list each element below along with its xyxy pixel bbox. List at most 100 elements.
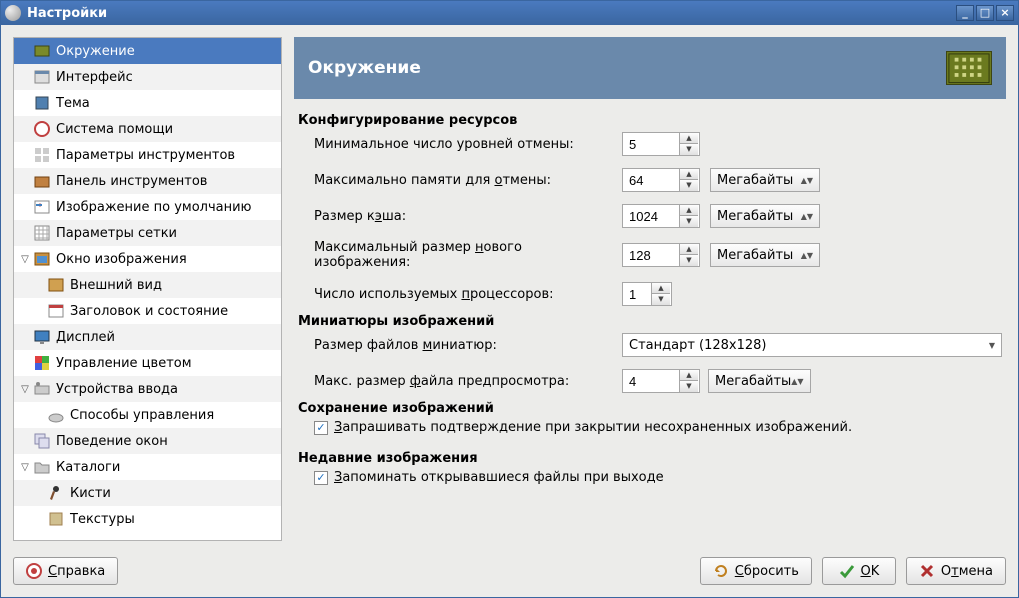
color-icon [32, 353, 52, 373]
expand-icon[interactable]: ▽ [18, 384, 32, 395]
grid-icon [32, 223, 52, 243]
sidebar-item[interactable]: Система помощи [14, 116, 281, 142]
spin-down[interactable]: ▼ [680, 180, 698, 191]
cache-input[interactable]: ▲▼ [622, 204, 700, 228]
spin-down[interactable]: ▼ [652, 294, 670, 305]
sidebar-item-label: Поведение окон [56, 434, 168, 449]
min-undo-input[interactable]: ▲▼ [622, 132, 700, 156]
scroll-area: Конфигурирование ресурсов Минимальное чи… [294, 99, 1006, 541]
max-preview-field[interactable] [623, 372, 679, 391]
display-icon [32, 327, 52, 347]
spin-up[interactable]: ▲ [680, 205, 698, 216]
sidebar-item[interactable]: Окружение [14, 38, 281, 64]
sidebar-item[interactable]: Дисплей [14, 324, 281, 350]
sidebar-item[interactable]: Управление цветом [14, 350, 281, 376]
sidebar-item-label: Дисплей [56, 330, 115, 345]
sidebar-item-label: Система помощи [56, 122, 173, 137]
max-preview-input[interactable]: ▲▼ [622, 369, 700, 393]
expand-icon[interactable]: ▽ [18, 462, 32, 473]
cache-unit[interactable]: Мегабайты▲▼ [710, 204, 820, 228]
window-title: Настройки [27, 6, 107, 21]
sidebar-item[interactable]: ▽ Окно изображения [14, 246, 281, 272]
sidebar-item[interactable]: Текстуры [14, 506, 281, 532]
sidebar-item[interactable]: Поведение окон [14, 428, 281, 454]
titlebar[interactable]: Настройки _ □ × [1, 1, 1018, 25]
expand-icon[interactable]: ▽ [18, 254, 32, 265]
spin-down[interactable]: ▼ [680, 216, 698, 227]
sidebar-item-label: Окружение [56, 44, 135, 59]
patterns-icon [46, 509, 66, 529]
sidebar-item-label: Текстуры [70, 512, 135, 527]
sidebar-item[interactable]: Параметры сетки [14, 220, 281, 246]
brushes-icon [46, 483, 66, 503]
section-recent-title: Недавние изображения [298, 451, 1002, 466]
toolbox-icon [32, 171, 52, 191]
sidebar-item[interactable]: Внешний вид [14, 272, 281, 298]
sidebar-item-label: Панель инструментов [56, 174, 207, 189]
sidebar-item[interactable]: Параметры инструментов [14, 142, 281, 168]
procs-field[interactable] [623, 285, 651, 304]
spin-down[interactable]: ▼ [680, 255, 698, 266]
help-button[interactable]: ССправкаправка [13, 557, 118, 585]
spin-down[interactable]: ▼ [680, 381, 698, 392]
confirm-close-row[interactable]: ✓ Запрашивать подтверждение при закрытии… [314, 420, 1002, 435]
spin-up[interactable]: ▲ [680, 133, 698, 144]
procs-label: Число используемых процессоров: [314, 287, 614, 302]
cancel-button[interactable]: Отмена [906, 557, 1006, 585]
appearance-icon [46, 275, 66, 295]
thumb-size-combo[interactable]: Стандарт (128x128)▼ [622, 333, 1002, 357]
sidebar-item[interactable]: Способы управления [14, 402, 281, 428]
spin-up[interactable]: ▲ [680, 370, 698, 381]
sidebar-item-label: Способы управления [70, 408, 214, 423]
maximize-button[interactable]: □ [976, 5, 994, 21]
close-button[interactable]: × [996, 5, 1014, 21]
sidebar-item-label: Устройства ввода [56, 382, 178, 397]
thumbs-grid: Размер файлов миниатюр: Стандарт (128x12… [314, 333, 1002, 393]
ok-button[interactable]: OK [822, 557, 896, 585]
max-new-input[interactable]: ▲▼ [622, 243, 700, 267]
sidebar-item[interactable]: Тема [14, 90, 281, 116]
settings-pane: Окружение Конфигурирование ресурсов Мини… [294, 37, 1006, 541]
sidebar-item-label: Управление цветом [56, 356, 192, 371]
content: Окружение ИнтерфейсТема Система помощи Пара… [1, 25, 1018, 597]
cancel-icon [919, 563, 935, 579]
remember-files-label: Запоминать открывавшиеся файлы при выход… [334, 470, 664, 485]
category-tree[interactable]: Окружение ИнтерфейсТема Система помощи Пара… [13, 37, 282, 541]
max-new-unit[interactable]: Мегабайты▲▼ [710, 243, 820, 267]
section-thumbs-title: Миниатюры изображений [298, 314, 1002, 329]
reset-icon [713, 563, 729, 579]
procs-input[interactable]: ▲▼ [622, 282, 672, 306]
help-icon [26, 563, 42, 579]
confirm-close-checkbox[interactable]: ✓ [314, 421, 328, 435]
sidebar-item[interactable]: Заголовок и состояние [14, 298, 281, 324]
cache-field[interactable] [623, 207, 679, 226]
min-undo-field[interactable] [623, 135, 679, 154]
sidebar-item-label: Кисти [70, 486, 111, 501]
spin-up[interactable]: ▲ [652, 283, 670, 294]
sidebar-item-label: Окно изображения [56, 252, 187, 267]
remember-files-checkbox[interactable]: ✓ [314, 471, 328, 485]
sidebar-item[interactable]: Изображение по умолчанию [14, 194, 281, 220]
sidebar-item[interactable]: Кисти [14, 480, 281, 506]
sidebar-item[interactable]: Интерфейс [14, 64, 281, 90]
max-new-field[interactable] [623, 246, 679, 265]
help-icon [32, 119, 52, 139]
window-icon [32, 249, 52, 269]
input-icon [32, 379, 52, 399]
reset-button[interactable]: Сбросить [700, 557, 812, 585]
sidebar-item[interactable]: ▽ Устройства ввода [14, 376, 281, 402]
max-undo-mem-input[interactable]: ▲▼ [622, 168, 700, 192]
spin-down[interactable]: ▼ [680, 144, 698, 155]
chip-icon [946, 51, 992, 85]
pane-header: Окружение [294, 37, 1006, 99]
max-undo-mem-field[interactable] [623, 171, 679, 190]
max-preview-unit[interactable]: Мегабайты▲▼ [708, 369, 811, 393]
spin-up[interactable]: ▲ [680, 169, 698, 180]
minimize-button[interactable]: _ [956, 5, 974, 21]
spin-up[interactable]: ▲ [680, 244, 698, 255]
tools-icon [32, 145, 52, 165]
sidebar-item[interactable]: Панель инструментов [14, 168, 281, 194]
max-undo-mem-unit[interactable]: Мегабайты▲▼ [710, 168, 820, 192]
sidebar-item[interactable]: ▽Каталоги [14, 454, 281, 480]
remember-files-row[interactable]: ✓ Запоминать открывавшиеся файлы при вых… [314, 470, 1002, 485]
